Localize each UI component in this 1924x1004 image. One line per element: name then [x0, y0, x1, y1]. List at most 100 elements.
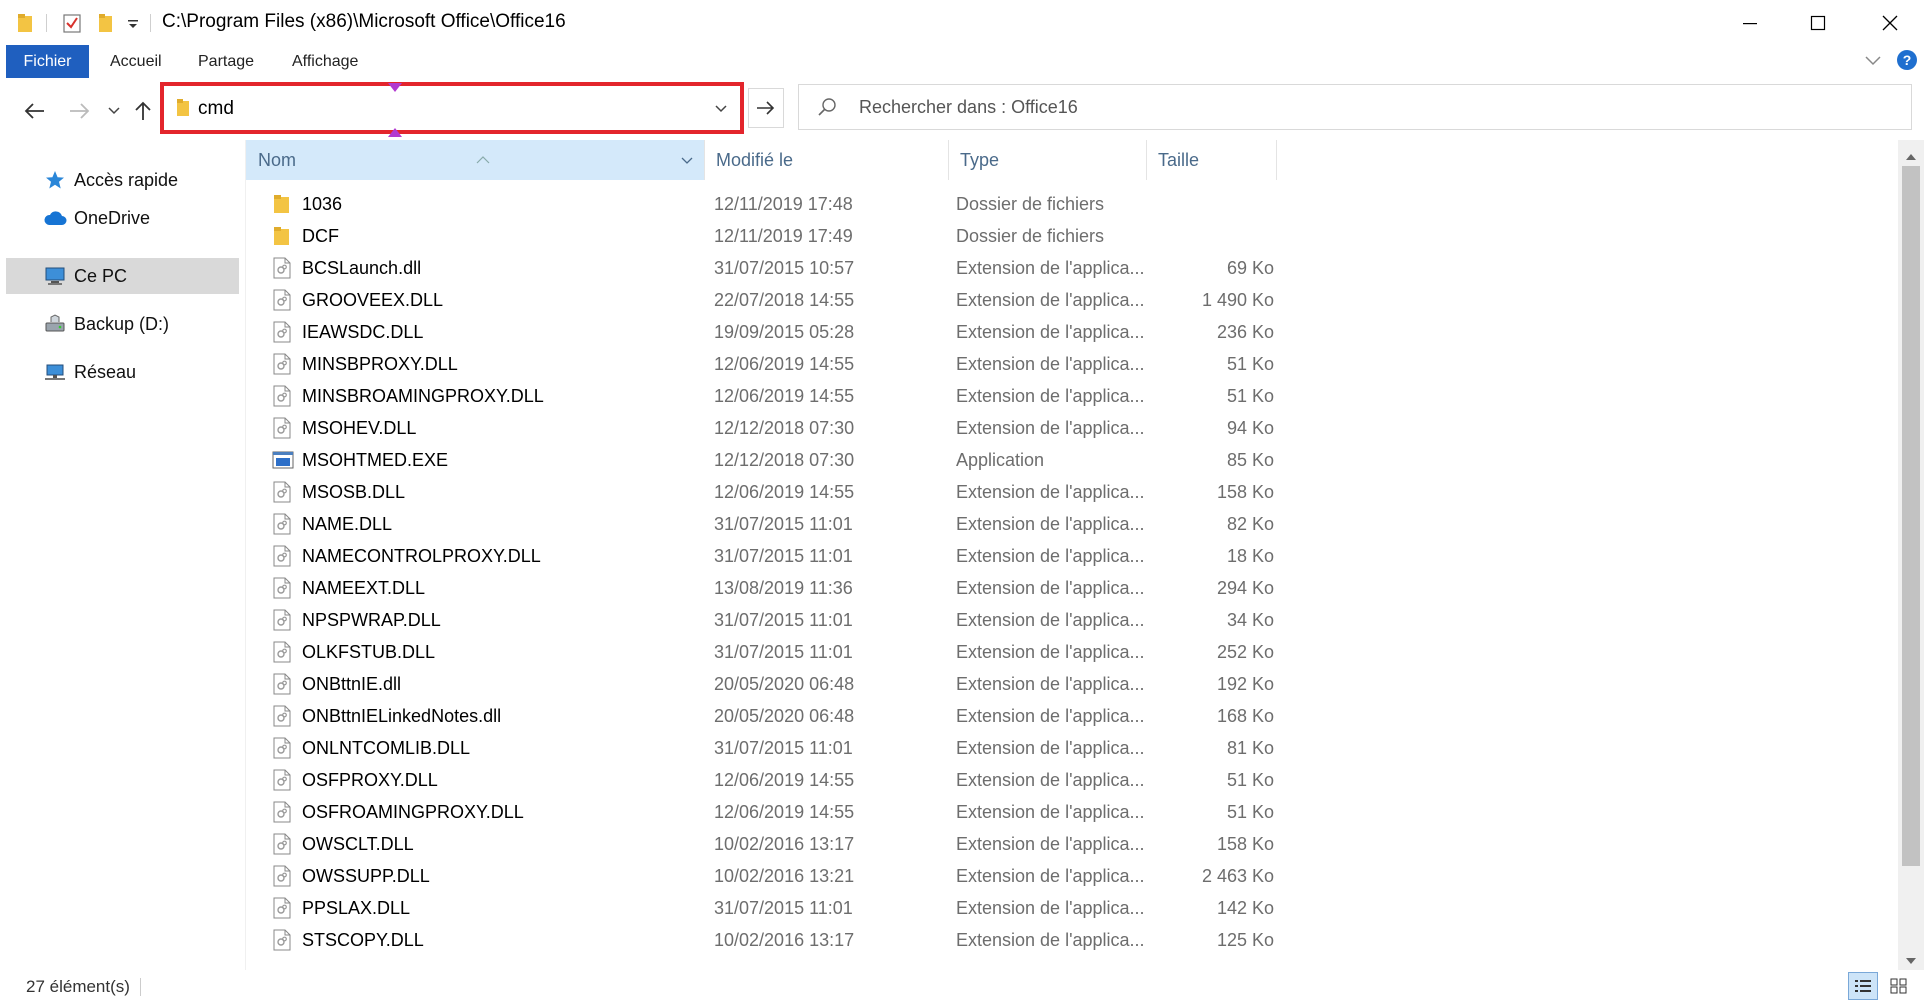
- sidebar-item-reseau[interactable]: Réseau: [6, 354, 239, 390]
- file-row[interactable]: MINSBPROXY.DLL 12/06/2019 14:55 Extension …: [246, 348, 1306, 380]
- properties-icon[interactable]: [60, 12, 84, 34]
- file-row[interactable]: GROOVEEX.DLL 22/07/2018 14:55 Extension de…: [246, 284, 1306, 316]
- file-row[interactable]: STSCOPY.DLL 10/02/2016 13:17 Extension de …: [246, 924, 1306, 956]
- recent-locations-button[interactable]: [104, 96, 124, 126]
- file-modified: 12/06/2019 14:55: [714, 482, 855, 502]
- file-modified: 31/07/2015 11:01: [714, 642, 853, 662]
- file-name: NAMEEXT.DLL: [302, 578, 426, 598]
- address-dropdown-icon[interactable]: [714, 102, 728, 120]
- file-name: OSFROAMINGPROXY.DLL: [302, 802, 524, 822]
- minimize-button[interactable]: [1716, 0, 1784, 45]
- customize-toolbar-icon[interactable]: [124, 12, 142, 34]
- scrollbar-thumb[interactable]: [1902, 166, 1920, 866]
- file-name: PPSLAX.DLL: [302, 898, 411, 918]
- maximize-button[interactable]: [1784, 0, 1852, 45]
- file-row[interactable]: OLKFSTUB.DLL 31/07/2015 11:01 Extension de…: [246, 636, 1306, 668]
- dll-file-icon: [272, 897, 294, 919]
- up-button[interactable]: [130, 96, 156, 126]
- file-size: 51 Ko: [1226, 386, 1274, 406]
- column-taille[interactable]: Taille: [1146, 140, 1276, 180]
- dll-file-icon: [272, 577, 294, 599]
- file-row[interactable]: 1036 12/11/2019 17:48 Dossier de fichiers: [246, 188, 1306, 220]
- file-row[interactable]: PPSLAX.DLL 31/07/2015 11:01 Extension de l…: [246, 892, 1306, 924]
- file-row[interactable]: MSOHEV.DLL 12/12/2018 07:30 Extension de l…: [246, 412, 1306, 444]
- file-row[interactable]: MSOSB.DLL 12/06/2019 14:55 Extension de l'…: [246, 476, 1306, 508]
- file-name: 1036: [302, 194, 343, 214]
- file-row[interactable]: NAME.DLL 31/07/2015 11:01 Extension de l'a…: [246, 508, 1306, 540]
- file-name: IEAWSDC.DLL: [302, 322, 424, 342]
- dll-file-icon: [272, 609, 294, 631]
- help-icon[interactable]: ?: [1896, 49, 1918, 76]
- sidebar-item-acces-rapide[interactable]: Accès rapide: [6, 162, 239, 198]
- file-type: Extension de l'applica...: [956, 482, 1145, 502]
- file-type: Extension de l'applica...: [956, 770, 1145, 790]
- go-button[interactable]: [748, 88, 784, 128]
- vertical-scrollbar[interactable]: [1898, 140, 1924, 970]
- column-nom[interactable]: Nom: [246, 140, 704, 180]
- star-icon: [42, 169, 68, 191]
- back-button[interactable]: [20, 96, 50, 126]
- forward-button[interactable]: [64, 96, 94, 126]
- tab-accueil[interactable]: Accueil: [96, 45, 176, 78]
- file-modified: 31/07/2015 11:01: [714, 738, 853, 758]
- address-bar[interactable]: cmd: [160, 82, 744, 137]
- file-size: 125 Ko: [1216, 930, 1274, 950]
- maximize-icon: [1810, 15, 1826, 30]
- file-modified: 20/05/2020 06:48: [714, 706, 855, 726]
- tab-affichage[interactable]: Affichage: [278, 45, 372, 78]
- sidebar-item-ce-pc[interactable]: Ce PC: [6, 258, 239, 294]
- file-row[interactable]: BCSLaunch.dll 31/07/2015 10:57 Extension d…: [246, 252, 1306, 284]
- large-icons-view-button[interactable]: [1884, 972, 1914, 1000]
- file-row[interactable]: IEAWSDC.DLL 19/09/2015 05:28 Extension de …: [246, 316, 1306, 348]
- close-button[interactable]: [1856, 0, 1924, 45]
- file-row[interactable]: NAMEEXT.DLL 13/08/2019 11:36 Extension de …: [246, 572, 1306, 604]
- column-type[interactable]: Type: [948, 140, 1146, 180]
- file-name: ONLNTCOMLIB.DLL: [302, 738, 471, 758]
- file-modified: 31/07/2015 11:01: [714, 898, 853, 918]
- file-row[interactable]: ONBttnIE.dll 20/05/2020 06:48 Extension de…: [246, 668, 1306, 700]
- sidebar-item-backup[interactable]: Backup (D:): [6, 306, 239, 342]
- file-modified: 22/07/2018 14:55: [714, 290, 855, 310]
- scroll-up-icon[interactable]: [1905, 148, 1917, 166]
- file-row[interactable]: NPSPWRAP.DLL 31/07/2015 11:01 Extension de…: [246, 604, 1306, 636]
- file-size: 81 Ko: [1226, 738, 1274, 758]
- address-input[interactable]: cmd: [198, 98, 234, 120]
- file-modified: 12/06/2019 14:55: [714, 770, 855, 790]
- sidebar-item-onedrive[interactable]: OneDrive: [6, 200, 239, 236]
- file-row[interactable]: OWSCLT.DLL 10/02/2016 13:17 Extension de l…: [246, 828, 1306, 860]
- file-row[interactable]: DCF 12/11/2019 17:49 Dossier de fichiers: [246, 220, 1306, 252]
- search-placeholder[interactable]: Rechercher dans : Office16: [859, 97, 1078, 118]
- dll-file-icon: [272, 673, 294, 695]
- file-row[interactable]: ONLNTCOMLIB.DLL 31/07/2015 11:01 Extension…: [246, 732, 1306, 764]
- column-filter-icon[interactable]: [680, 140, 694, 180]
- file-type: Extension de l'applica...: [956, 802, 1145, 822]
- dll-file-icon: [272, 833, 294, 855]
- file-row[interactable]: OWSSUPP.DLL 10/02/2016 13:21 Extension de …: [246, 860, 1306, 892]
- file-row[interactable]: OSFPROXY.DLL 12/06/2019 14:55 Extension de…: [246, 764, 1306, 796]
- column-divider[interactable]: [1276, 140, 1277, 180]
- divider: [46, 14, 47, 32]
- new-folder-icon[interactable]: [96, 12, 116, 34]
- expand-ribbon-icon[interactable]: [1864, 53, 1882, 72]
- column-modifie[interactable]: Modifié le: [704, 140, 948, 180]
- file-modified: 20/05/2020 06:48: [714, 674, 855, 694]
- file-size: 236 Ko: [1216, 322, 1274, 342]
- details-view-button[interactable]: [1848, 972, 1878, 1000]
- tab-fichier[interactable]: Fichier: [6, 45, 89, 78]
- file-row[interactable]: MSOHTMED.EXE 12/12/2018 07:30 Application 8…: [246, 444, 1306, 476]
- file-size: 51 Ko: [1226, 770, 1274, 790]
- scroll-down-icon[interactable]: [1905, 952, 1917, 970]
- tab-partage[interactable]: Partage: [184, 45, 268, 78]
- file-row[interactable]: MINSBROAMINGPROXY.DLL 12/06/2019 14:55 Ext…: [246, 380, 1306, 412]
- folder-icon: [272, 225, 294, 247]
- file-row[interactable]: ONBttnIELinkedNotes.dll 20/05/2020 06:48 E…: [246, 700, 1306, 732]
- file-type: Extension de l'applica...: [956, 386, 1145, 406]
- file-row[interactable]: OSFROAMINGPROXY.DLL 12/06/2019 14:55 Exten…: [246, 796, 1306, 828]
- folder-icon: [272, 193, 294, 215]
- go-arrow-icon: [757, 101, 775, 115]
- file-size: 158 Ko: [1216, 482, 1274, 502]
- file-size: 51 Ko: [1226, 354, 1274, 374]
- sidebar-item-label: Réseau: [74, 361, 137, 382]
- search-box[interactable]: Rechercher dans : Office16: [798, 84, 1912, 130]
- file-row[interactable]: NAMECONTROLPROXY.DLL 31/07/2015 11:01 Exte…: [246, 540, 1306, 572]
